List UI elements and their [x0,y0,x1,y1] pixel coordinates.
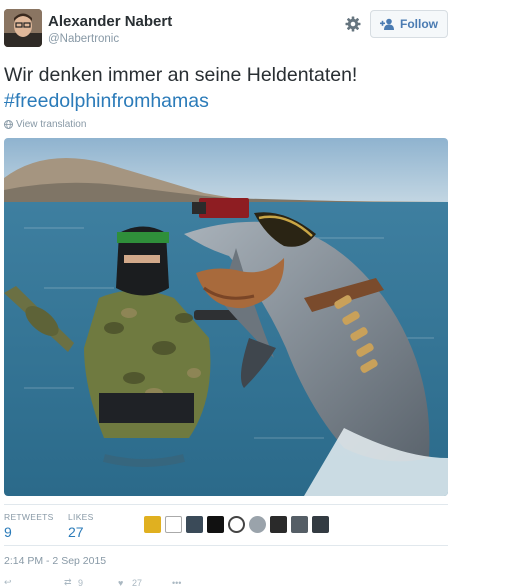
liker-avatar[interactable] [186,516,203,533]
follow-label: Follow [400,17,438,31]
add-user-icon [380,18,396,30]
view-translation-label: View translation [16,119,87,130]
liker-avatar[interactable] [207,516,224,533]
more-icon[interactable]: ••• [172,578,186,588]
tweet-actions: ↩ ⇄ 9 ♥ 27 ••• [4,577,186,588]
retweets-label: RETWEETS [4,512,54,522]
liker-avatar[interactable] [165,516,182,533]
retweets-count[interactable]: 9 [4,524,12,540]
tweet-body: Wir denken immer an seine Heldentaten! [4,64,358,86]
liker-avatar[interactable] [270,516,287,533]
liker-avatars [144,516,333,533]
like-icon[interactable]: ♥ [118,578,132,588]
tweet-text: Wir denken immer an seine Heldentaten! #… [4,62,357,114]
liker-avatar[interactable] [249,516,266,533]
likes-label: LIKES [68,512,94,522]
view-translation-link[interactable]: View translation [4,119,86,130]
globe-icon [4,120,13,129]
retweet-icon[interactable]: ⇄ [64,577,78,588]
follow-button[interactable]: Follow [370,10,448,38]
gear-icon[interactable] [344,15,362,33]
tweet-photo[interactable] [4,138,448,496]
tweet-timestamp[interactable]: 2:14 PM - 2 Sep 2015 [4,555,106,567]
divider-top [4,504,448,505]
liker-avatar[interactable] [291,516,308,533]
avatar[interactable] [4,9,42,47]
tweet: Alexander Nabert @Nabertronic Follow Wir… [0,0,460,588]
reply-icon[interactable]: ↩ [4,577,18,588]
liker-avatar[interactable] [312,516,329,533]
like-action-count: 27 [132,577,143,588]
divider-bottom [4,545,448,546]
tweet-stats: RETWEETS 9 LIKES 27 [4,508,449,548]
liker-avatar[interactable] [144,516,161,533]
likes-count[interactable]: 27 [68,524,84,540]
liker-avatar[interactable] [228,516,245,533]
user-name[interactable]: Alexander Nabert [48,13,172,30]
hashtag-link[interactable]: #freedolphinfromhamas [4,88,357,114]
retweet-action-count: 9 [78,577,84,588]
user-handle[interactable]: @Nabertronic [48,33,119,45]
